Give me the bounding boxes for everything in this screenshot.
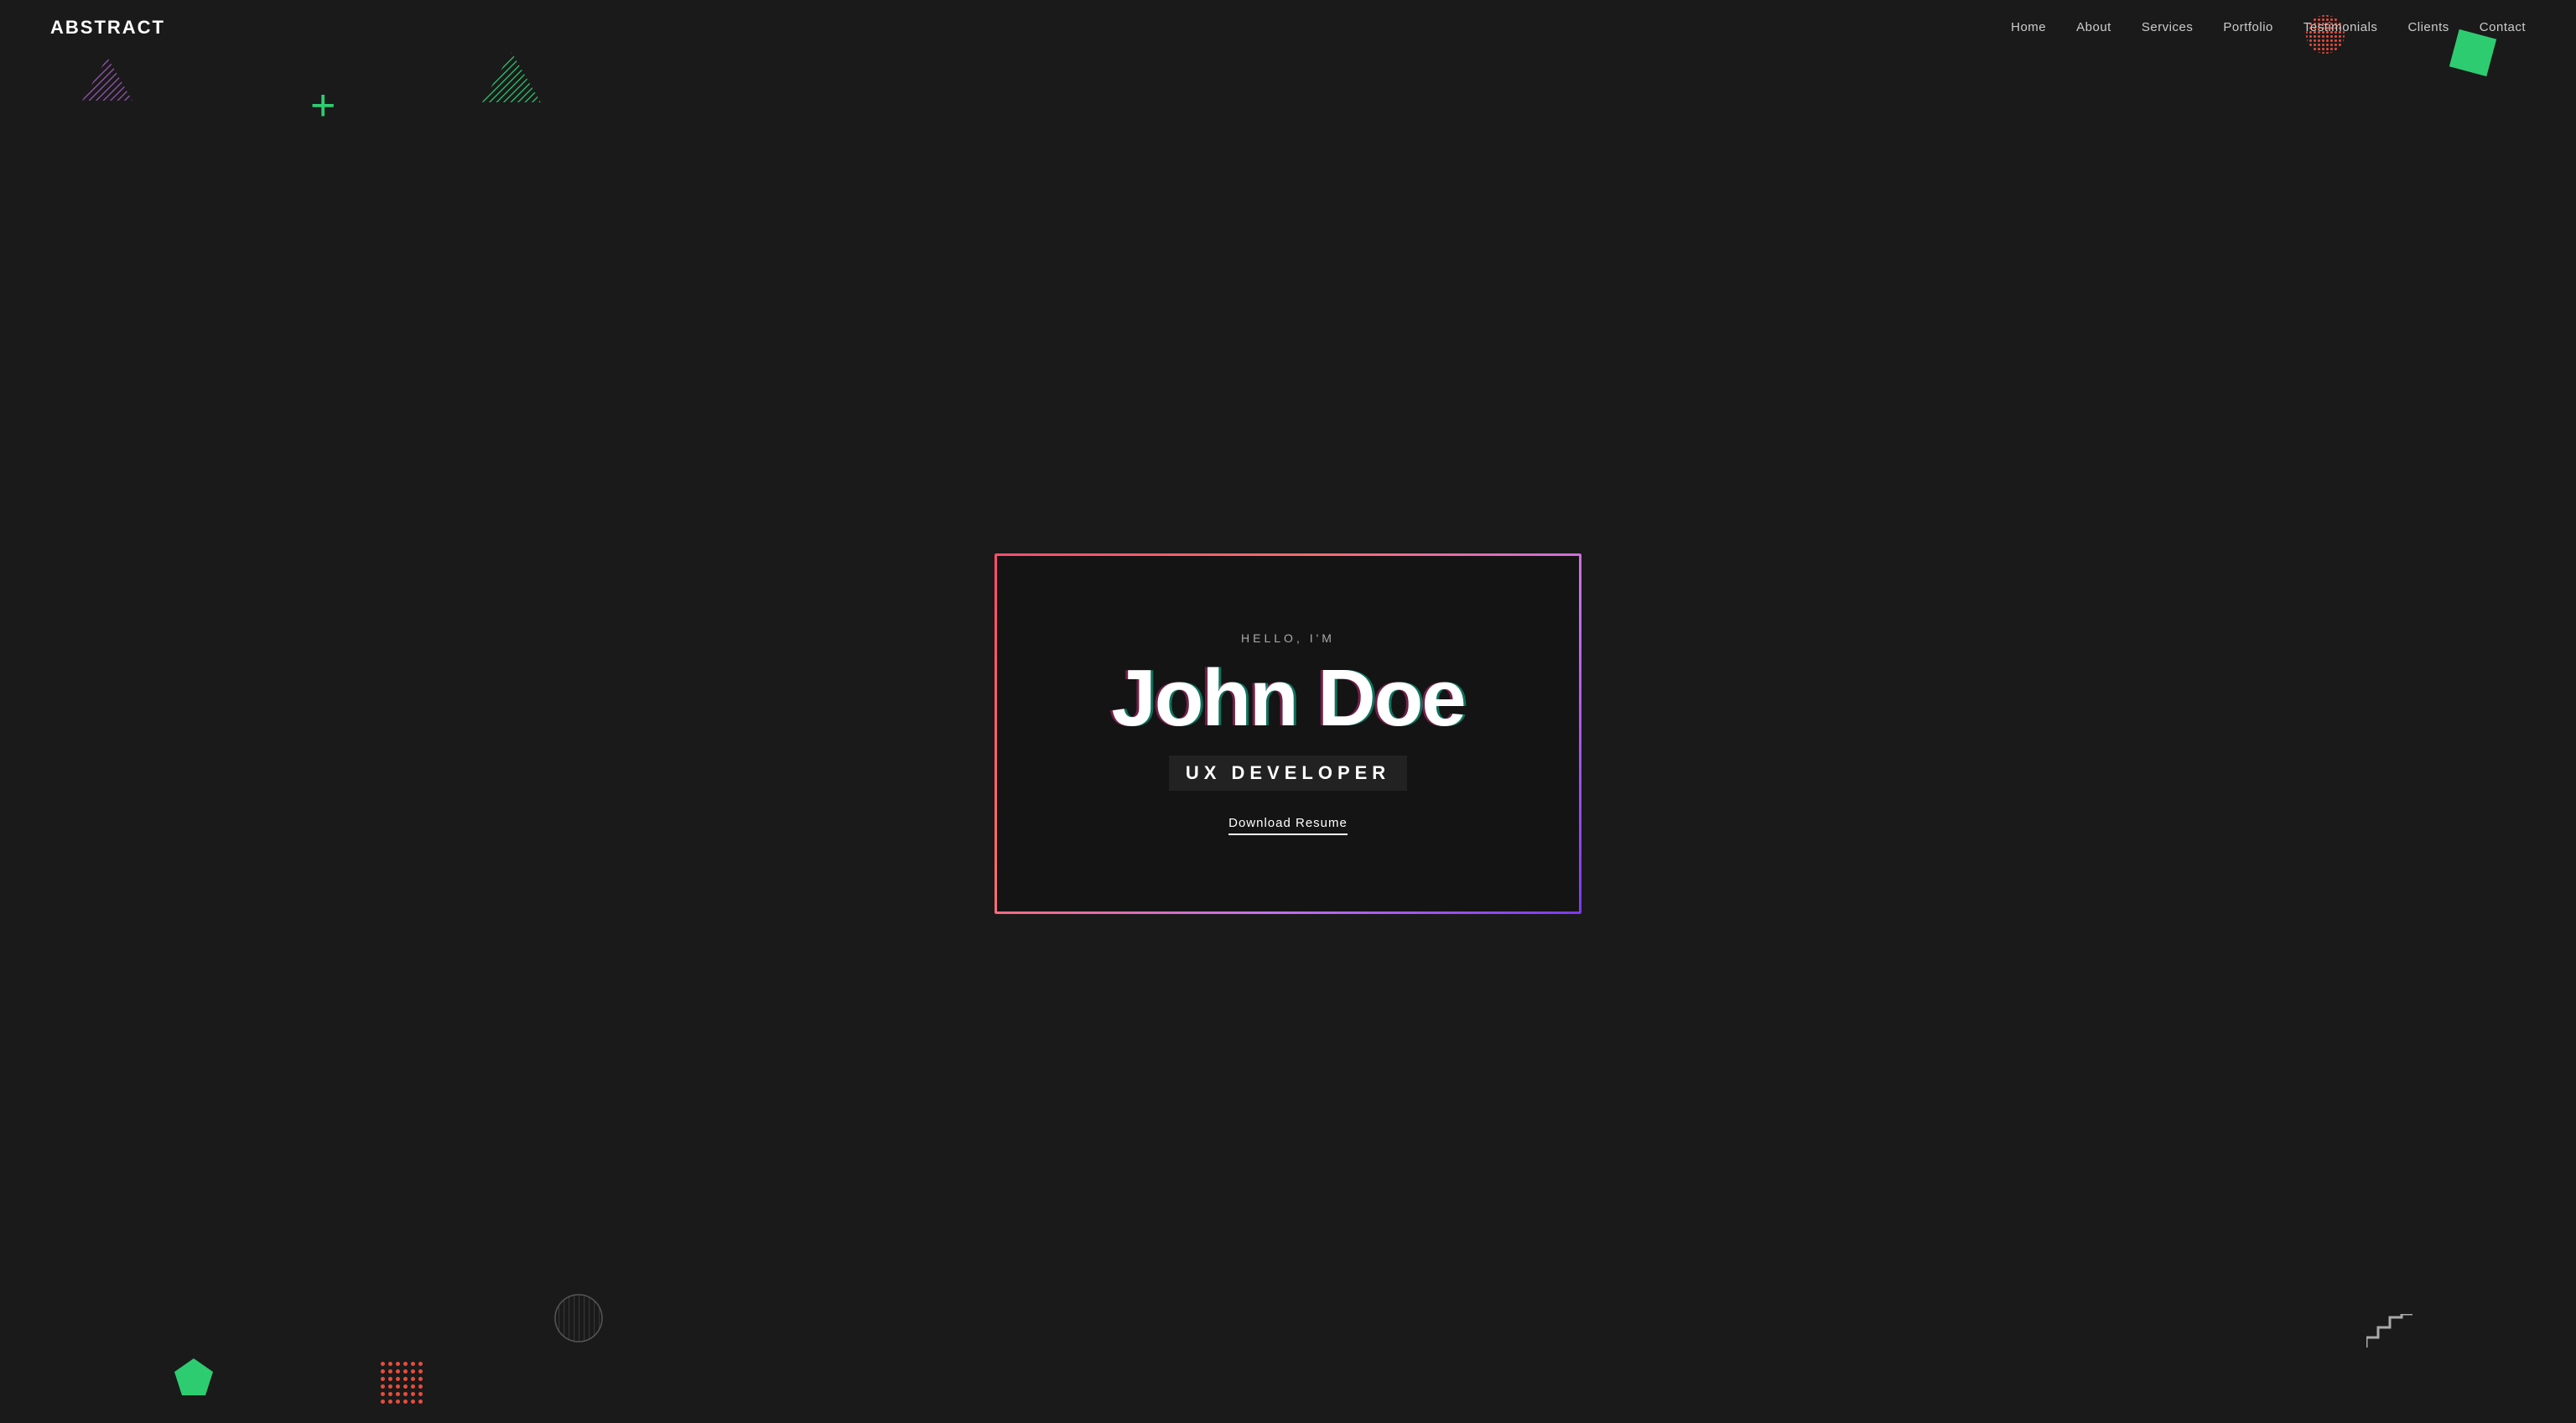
hero-card: HELLO, I'M John Doe UX DEVELOPER Downloa…: [995, 553, 1581, 914]
nav-services[interactable]: Services: [2142, 20, 2194, 34]
navbar: ABSTRACT Home About Services Portfolio T…: [0, 0, 2576, 55]
logo: ABSTRACT: [50, 17, 165, 39]
hero-section: HELLO, I'M John Doe UX DEVELOPER Downloa…: [0, 55, 2576, 1411]
download-resume-button[interactable]: Download Resume: [1228, 816, 1348, 835]
nav-links: Home About Services Portfolio Testimonia…: [2011, 20, 2526, 35]
hero-name: John Doe: [1111, 658, 1464, 739]
nav-contact[interactable]: Contact: [2480, 20, 2526, 34]
nav-portfolio[interactable]: Portfolio: [2223, 20, 2273, 34]
nav-testimonials[interactable]: Testimonials: [2303, 20, 2378, 34]
hero-greeting: HELLO, I'M: [1241, 631, 1335, 645]
nav-about[interactable]: About: [2076, 20, 2111, 34]
nav-home[interactable]: Home: [2011, 20, 2046, 34]
hero-title: UX DEVELOPER: [1169, 756, 1407, 791]
nav-clients[interactable]: Clients: [2407, 20, 2449, 34]
